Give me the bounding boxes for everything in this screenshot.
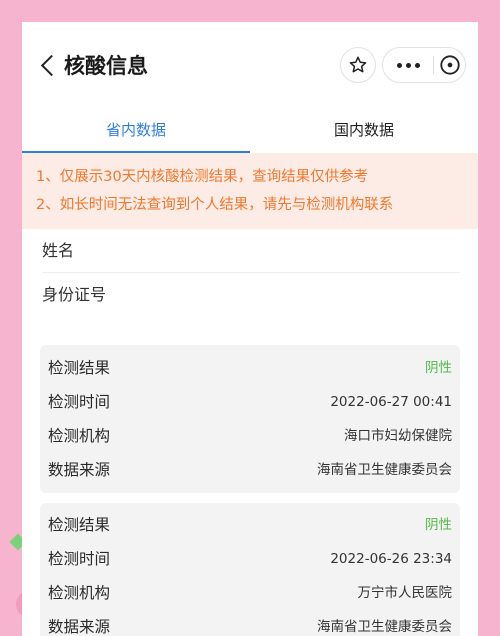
nav-bar: 核酸信息 — [22, 22, 478, 107]
result-row: 检测结果 阴性 — [40, 352, 460, 384]
back-button[interactable] — [38, 52, 60, 80]
source-row: 数据来源 海南省卫生健康委员会 — [40, 611, 460, 636]
org-row: 检测机构 万宁市人民医院 — [40, 577, 460, 609]
org-label: 检测机构 — [48, 584, 111, 602]
time-value: 2022-06-26 23:34 — [330, 551, 452, 567]
results-section: 检测结果 阴性 检测时间 2022-06-27 00:41 检测机构 海口市妇幼… — [22, 317, 478, 636]
time-label: 检测时间 — [48, 550, 111, 568]
time-value: 2022-06-27 00:41 — [330, 394, 452, 410]
name-label: 姓名 — [42, 241, 75, 260]
source-value: 海南省卫生健康委员会 — [317, 619, 452, 635]
result-label: 检测结果 — [48, 516, 111, 534]
source-row: 数据来源 海南省卫生健康委员会 — [40, 454, 460, 486]
more-dots-icon — [396, 62, 420, 68]
more-button[interactable] — [383, 48, 433, 82]
page-title: 核酸信息 — [64, 54, 148, 78]
org-row: 检测机构 海口市妇幼保健院 — [40, 420, 460, 452]
org-value: 海口市妇幼保健院 — [344, 428, 452, 444]
tab-bar: 省内数据 国内数据 — [22, 107, 478, 153]
time-row: 检测时间 2022-06-27 00:41 — [40, 386, 460, 418]
result-label: 检测结果 — [48, 359, 111, 377]
notice-line-2: 2、如长时间无法查询到个人结果，请先与检测机构联系 — [36, 197, 394, 213]
favorite-button[interactable] — [340, 47, 376, 83]
source-label: 数据来源 — [48, 618, 111, 636]
org-value: 万宁市人民医院 — [357, 585, 453, 601]
org-label: 检测机构 — [48, 427, 111, 445]
notice-line-1: 1、仅展示30天内核酸检测结果，查询结果仅供参考 — [36, 169, 369, 185]
result-card: 检测结果 阴性 检测时间 2022-06-27 00:41 检测机构 海口市妇幼… — [40, 345, 460, 493]
app-window: 核酸信息 省内数据 国内数据 1、仅展示30天内核酸检测结果，查询结果仅供参考 — [22, 22, 478, 636]
id-label: 身份证号 — [42, 285, 107, 304]
time-row: 检测时间 2022-06-26 23:34 — [40, 543, 460, 575]
id-row: 身份证号 — [42, 273, 460, 317]
tab-national[interactable]: 国内数据 — [250, 107, 478, 153]
mini-program-capsule — [382, 47, 466, 83]
user-info-section: 姓名 身份证号 — [22, 229, 478, 317]
close-button[interactable] — [434, 48, 465, 82]
name-row: 姓名 — [42, 229, 460, 273]
notice-banner: 1、仅展示30天内核酸检测结果，查询结果仅供参考 2、如长时间无法查询到个人结果… — [22, 153, 478, 229]
star-icon — [349, 56, 367, 73]
tab-province[interactable]: 省内数据 — [22, 107, 250, 153]
time-label: 检测时间 — [48, 393, 111, 411]
result-card: 检测结果 阴性 检测时间 2022-06-26 23:34 检测机构 万宁市人民… — [40, 503, 460, 636]
close-circle-icon — [439, 55, 460, 75]
source-value: 海南省卫生健康委员会 — [317, 462, 452, 478]
result-value: 阴性 — [425, 360, 452, 376]
result-value: 阴性 — [425, 517, 452, 533]
source-label: 数据来源 — [48, 461, 111, 479]
result-row: 检测结果 阴性 — [40, 509, 460, 541]
